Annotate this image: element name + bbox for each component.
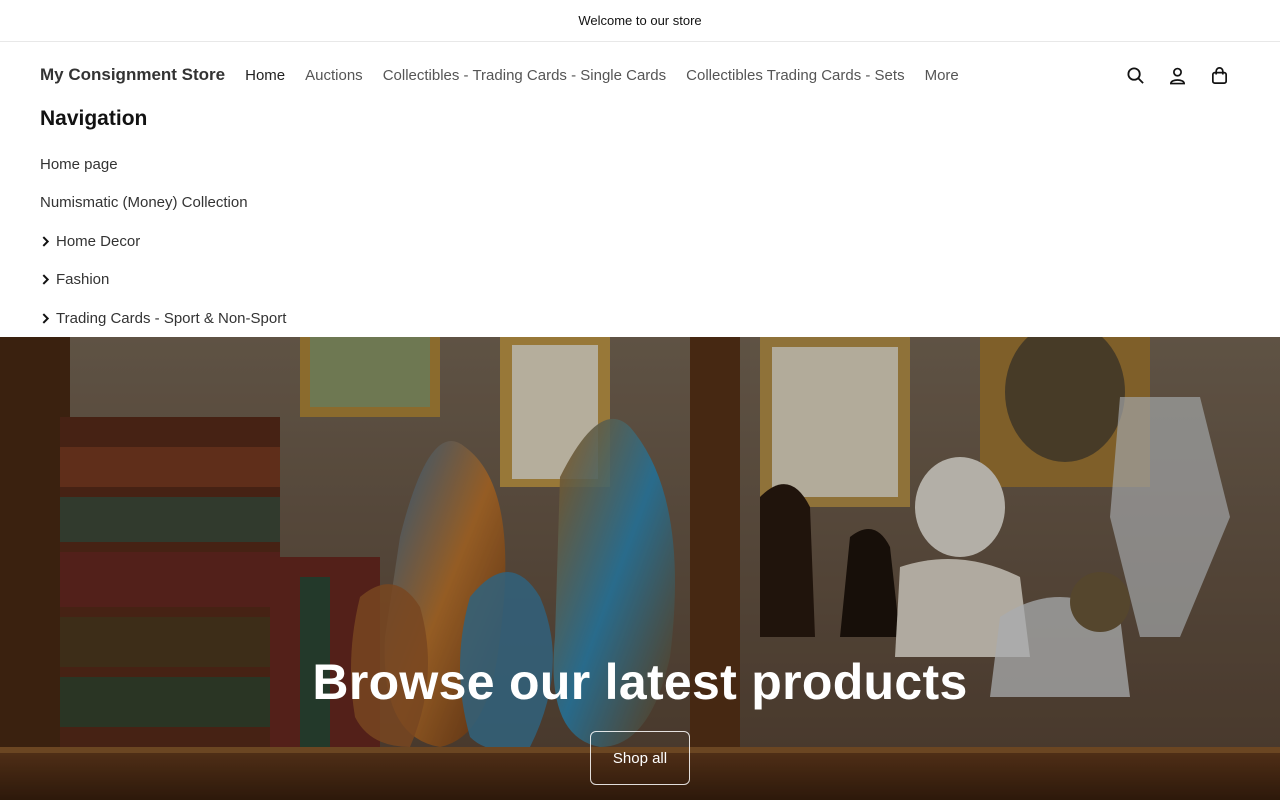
hero-title: Browse our latest products <box>312 654 968 710</box>
navigation-menu: Navigation Home page Numismatic (Money) … <box>40 101 440 338</box>
chevron-right-icon <box>40 274 56 285</box>
menu-item-home-decor[interactable]: Home Decor <box>40 222 440 261</box>
site-header: My Consignment Store Home Auctions Colle… <box>0 42 1280 108</box>
cart-icon <box>1211 66 1227 84</box>
menu-item-label: Home page <box>40 155 118 173</box>
nav-card-sets[interactable]: Collectibles Trading Cards - Sets <box>686 67 904 84</box>
menu-item-label: Numismatic (Money) Collection <box>40 194 248 212</box>
menu-item-home-page[interactable]: Home page <box>40 145 440 184</box>
menu-title: Navigation <box>40 107 148 130</box>
menu-list: Home page Numismatic (Money) Collection … <box>40 145 440 338</box>
main-nav: Home Auctions Collectibles - Trading Car… <box>245 67 979 84</box>
chevron-right-icon <box>40 236 56 247</box>
nav-more[interactable]: More <box>925 67 959 84</box>
shop-all-button[interactable]: Shop all <box>590 731 690 785</box>
announcement-text: Welcome to our store <box>578 13 702 28</box>
account-button[interactable] <box>1156 54 1198 96</box>
cart-button[interactable] <box>1198 54 1240 96</box>
menu-item-fashion[interactable]: Fashion <box>40 261 440 300</box>
account-icon <box>1169 67 1185 84</box>
nav-auctions[interactable]: Auctions <box>305 67 363 84</box>
search-button[interactable] <box>1114 54 1156 96</box>
nav-single-cards[interactable]: Collectibles - Trading Cards - Single Ca… <box>383 67 666 84</box>
announcement-bar: Welcome to our store <box>0 0 1280 42</box>
menu-item-label: Fashion <box>56 271 110 289</box>
menu-item-numismatic[interactable]: Numismatic (Money) Collection <box>40 184 440 223</box>
menu-item-label: Home Decor <box>56 232 141 250</box>
store-logo[interactable]: My Consignment Store <box>40 65 225 85</box>
menu-item-trading-cards[interactable]: Trading Cards - Sport & Non-Sport <box>40 299 440 338</box>
header-icons <box>1114 42 1240 108</box>
menu-item-label: Trading Cards - Sport & Non-Sport <box>56 309 287 327</box>
hero-banner: Browse our latest products Shop all <box>0 337 1280 800</box>
search-icon <box>1126 66 1144 84</box>
chevron-right-icon <box>40 313 56 324</box>
nav-home[interactable]: Home <box>245 67 285 84</box>
